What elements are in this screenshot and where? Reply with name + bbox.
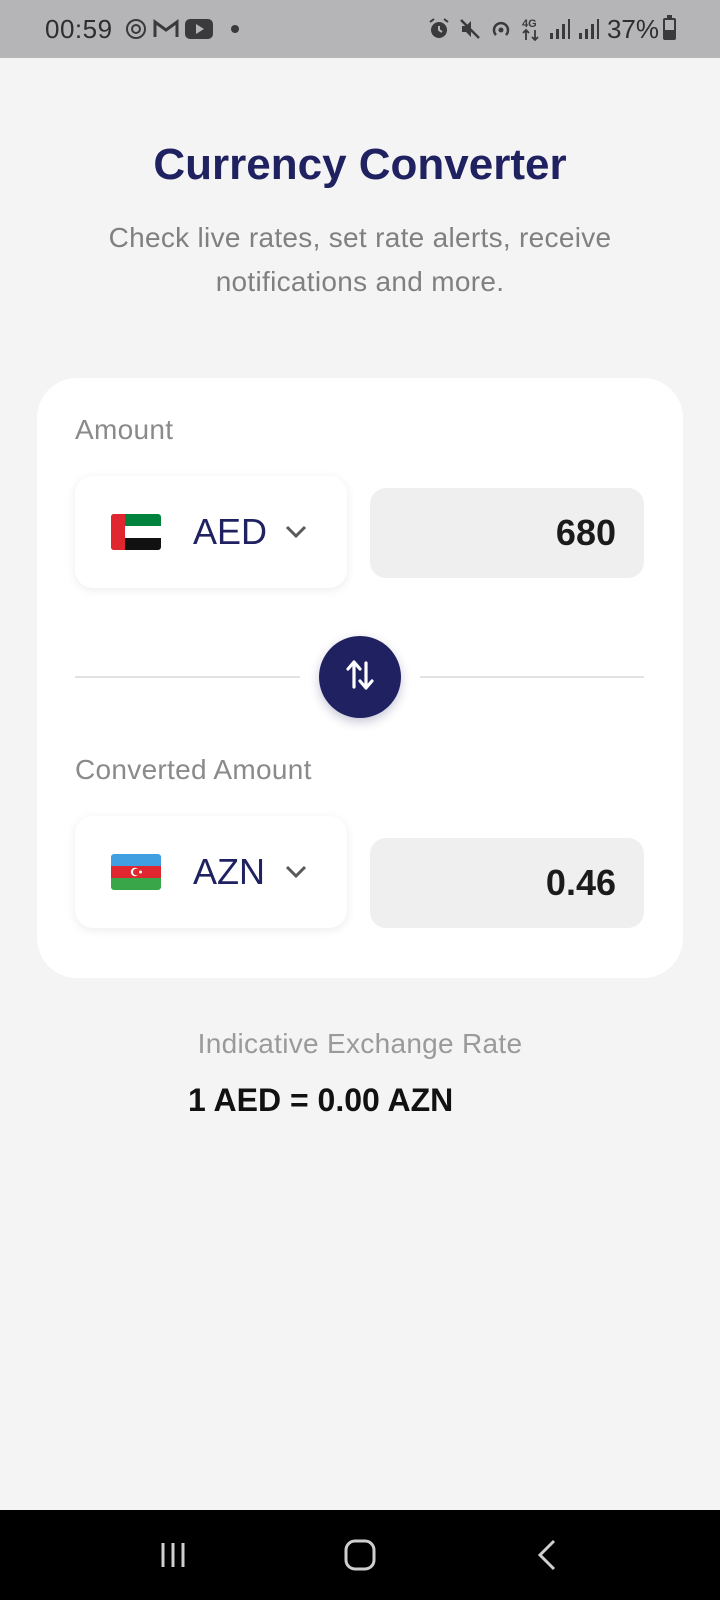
battery-percent: 37% — [606, 13, 659, 44]
signal-icon — [549, 18, 571, 40]
to-currency-select[interactable]: AZN — [75, 816, 347, 928]
hotspot-icon — [489, 17, 513, 41]
converted-amount-label: Converted Amount — [75, 754, 312, 785]
swap-button[interactable] — [319, 636, 401, 718]
home-button[interactable] — [320, 1525, 400, 1585]
alarm-icon — [427, 17, 451, 41]
from-currency-select[interactable]: AED — [75, 476, 347, 588]
gmail-icon — [153, 19, 179, 39]
page-title: Currency Converter — [153, 140, 567, 189]
uae-flag-icon — [111, 514, 161, 550]
status-time: 00:59 — [45, 13, 113, 44]
recent-apps-button[interactable] — [133, 1525, 213, 1585]
azerbaijan-flag-icon — [111, 854, 161, 890]
converted-amount-field[interactable]: 0.46 — [370, 838, 644, 928]
back-button[interactable] — [507, 1525, 587, 1585]
svg-text:4G: 4G — [522, 18, 537, 30]
divider-right — [420, 676, 644, 678]
notification-dot — [230, 25, 239, 33]
to-currency-code: AZN — [193, 851, 265, 892]
system-nav-bar — [0, 1510, 720, 1600]
page-subtitle: Check live rates, set rate alerts, recei… — [108, 222, 612, 297]
swap-arrows-icon — [345, 657, 375, 698]
status-bar: 00:59 4G 37% — [0, 0, 720, 58]
amount-input[interactable]: 680 — [370, 488, 644, 578]
signal-icon — [578, 18, 600, 40]
mute-icon — [458, 17, 482, 41]
converter-card: Amount AED 680 Converted Amount AZN 0.46 — [37, 378, 683, 978]
chevron-down-icon — [285, 865, 307, 879]
chevron-down-icon — [285, 525, 307, 539]
from-currency-code: AED — [193, 511, 268, 552]
chrome-icon — [125, 18, 147, 40]
youtube-icon — [184, 19, 213, 39]
exchange-rate-value: 1 AED = 0.00 AZN — [188, 1082, 454, 1118]
exchange-rate-label: Indicative Exchange Rate — [197, 1028, 523, 1059]
4g-icon: 4G — [520, 16, 542, 42]
amount-label: Amount — [75, 414, 174, 445]
divider-left — [75, 676, 300, 678]
battery-icon — [663, 15, 676, 40]
